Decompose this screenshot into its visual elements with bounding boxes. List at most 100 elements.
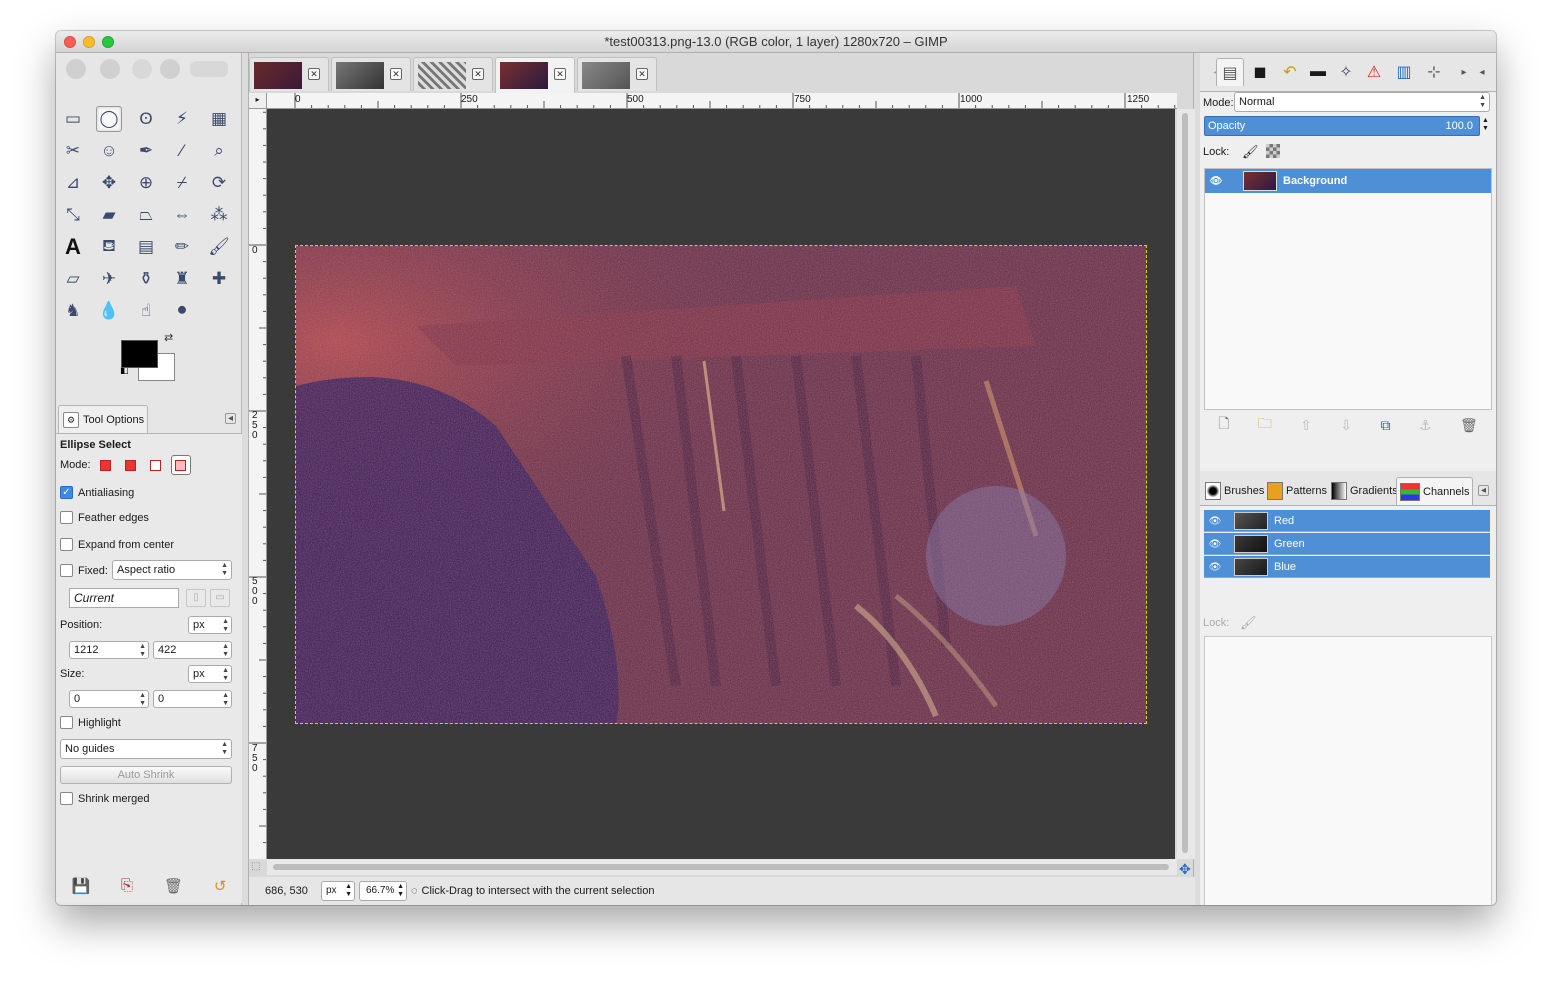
shear-icon[interactable]: ▰ xyxy=(96,202,122,228)
anchor-layer-icon[interactable]: ⚓ xyxy=(1419,417,1432,434)
channel-visibility-eye-icon[interactable]: 👁 xyxy=(1208,516,1222,527)
mode-intersect-button[interactable] xyxy=(170,455,191,475)
zoom-icon[interactable]: ⌕ xyxy=(206,138,232,164)
expand-row[interactable]: Expand from center xyxy=(60,538,174,551)
tab-channels-icon[interactable]: ◼ xyxy=(1246,58,1274,86)
close-tab-icon[interactable]: ✕ xyxy=(308,68,320,80)
close-tab-icon[interactable]: ✕ xyxy=(472,68,484,80)
tab-error-console-icon[interactable]: ⚠ xyxy=(1360,58,1388,86)
flip-icon[interactable]: ⇔ xyxy=(169,202,195,228)
position-x-input[interactable]: 1212 ▲ ▼ xyxy=(69,641,149,659)
restore-options-icon[interactable]: ⎘ xyxy=(121,877,133,897)
portrait-button[interactable]: ▯ xyxy=(186,589,206,607)
image-canvas[interactable] xyxy=(267,109,1175,859)
smudge-icon[interactable]: ☝ xyxy=(133,298,159,324)
mode-add-button[interactable] xyxy=(121,455,141,475)
ellipse-select-icon[interactable]: ◯ xyxy=(96,106,122,132)
close-tab-icon[interactable]: ✕ xyxy=(390,68,402,80)
unit-combo[interactable]: px ▲ ▼ xyxy=(321,881,355,901)
landscape-button[interactable]: ▭ xyxy=(210,589,230,607)
align-icon[interactable]: ⊕ xyxy=(133,170,159,196)
channel-row-red[interactable]: 👁 Red xyxy=(1204,510,1490,532)
tab-fg-bg-icon[interactable]: ▬ xyxy=(1304,58,1332,86)
measure-icon[interactable]: ⊿ xyxy=(60,170,86,196)
tab-brushes[interactable]: Brushes xyxy=(1202,477,1267,505)
size-height-input[interactable]: 0 ▲ ▼ xyxy=(153,690,232,708)
highlight-checkbox[interactable] xyxy=(60,716,73,729)
current-field[interactable]: Current xyxy=(69,588,179,608)
antialiasing-row[interactable]: ✓ Antialiasing xyxy=(60,486,134,499)
new-layer-icon[interactable]: 🗋 xyxy=(1218,413,1229,437)
reset-options-icon[interactable]: ↺ xyxy=(214,877,227,897)
dodge-burn-icon[interactable]: ⚫ xyxy=(169,298,195,324)
rect-select-icon[interactable]: ▭ xyxy=(60,106,86,132)
tab-pointer-icon[interactable]: ⊹ xyxy=(1420,58,1448,86)
perspective-clone-icon[interactable]: ♞ xyxy=(60,298,86,324)
free-select-icon[interactable]: ʘ xyxy=(133,106,159,132)
cage-transform-icon[interactable]: ⁂ xyxy=(206,202,232,228)
save-options-icon[interactable]: 💾 xyxy=(71,877,90,897)
image-tab-5[interactable]: ✕ xyxy=(577,57,657,91)
color-picker-icon[interactable]: ⁄ xyxy=(169,138,195,164)
image-tab-4-active[interactable]: ✕ xyxy=(495,57,575,93)
opacity-slider[interactable]: Opacity 100.0 xyxy=(1204,116,1480,136)
lock-alpha-icon[interactable] xyxy=(1266,144,1280,158)
fixed-combo[interactable]: Aspect ratio ▲ ▼ xyxy=(112,560,232,580)
minimize-window-button[interactable] xyxy=(83,36,95,48)
horizontal-scrollbar[interactable] xyxy=(267,859,1177,875)
channel-row-blue[interactable]: 👁 Blue xyxy=(1204,556,1490,578)
foreground-color[interactable] xyxy=(121,340,158,368)
perspective-icon[interactable]: ⏢ xyxy=(133,202,159,228)
panel-menu-icon[interactable]: ◂ xyxy=(225,413,236,424)
rotate-icon[interactable]: ⟳ xyxy=(206,170,232,196)
scissors-icon[interactable]: ✂ xyxy=(60,138,86,164)
horizontal-scroll-thumb[interactable] xyxy=(273,864,1169,870)
raise-layer-icon[interactable]: ⇧ xyxy=(1300,417,1312,434)
quick-mask-icon[interactable]: ⬚ xyxy=(251,861,260,872)
clone-icon[interactable]: ♜ xyxy=(169,266,195,292)
ink-icon[interactable]: ⚱ xyxy=(133,266,159,292)
layer-visibility-eye-icon[interactable]: 👁 xyxy=(1209,176,1223,187)
size-unit-combo[interactable]: px ▲ ▼ xyxy=(188,665,232,683)
vertical-scrollbar[interactable] xyxy=(1177,109,1195,859)
layer-row-background[interactable]: 👁 Background xyxy=(1205,169,1491,193)
new-layer-group-icon[interactable]: 🗀 xyxy=(1258,413,1272,437)
image-photo[interactable] xyxy=(295,245,1147,724)
navigate-icon[interactable]: ✥ xyxy=(1179,861,1191,878)
tab-patterns[interactable]: Patterns xyxy=(1264,477,1330,505)
move-icon[interactable]: ✥ xyxy=(96,170,122,196)
bucket-fill-icon[interactable]: ⛾ xyxy=(96,234,122,260)
lock-channel-pixels-icon[interactable]: 🖌 xyxy=(1240,615,1257,631)
text-icon[interactable]: A xyxy=(60,234,86,260)
tab-channels[interactable]: Channels xyxy=(1396,477,1474,505)
pencil-icon[interactable]: ✏ xyxy=(169,234,195,260)
guides-combo[interactable]: No guides ▲ ▼ xyxy=(60,739,232,759)
image-tab-3[interactable]: ✕ xyxy=(413,57,493,91)
close-window-button[interactable] xyxy=(64,36,76,48)
maximize-window-button[interactable] xyxy=(102,36,114,48)
image-tab-1[interactable]: ✕ xyxy=(249,57,329,91)
channel-row-green[interactable]: 👁 Green xyxy=(1204,533,1490,555)
foreground-select-icon[interactable]: ☺ xyxy=(96,138,122,164)
auto-shrink-button[interactable]: Auto Shrink xyxy=(60,766,232,784)
paintbrush-icon[interactable]: 🖌 xyxy=(206,234,232,260)
close-tab-icon[interactable]: ✕ xyxy=(554,68,566,80)
gradient-icon[interactable]: ▤ xyxy=(133,234,159,260)
fuzzy-select-icon[interactable]: ⚡ xyxy=(169,106,195,132)
ruler-corner-menu[interactable]: ▸ xyxy=(249,93,267,109)
delete-layer-icon[interactable]: 🗑 xyxy=(1460,417,1478,434)
tab-layers-icon[interactable]: ▤ xyxy=(1216,58,1244,86)
feather-edges-checkbox[interactable] xyxy=(60,511,73,524)
tab-tool-options[interactable]: ⚙ Tool Options xyxy=(58,405,148,433)
opacity-arrows-icon[interactable]: ▲ ▼ xyxy=(1482,117,1489,133)
shrink-merged-row[interactable]: Shrink merged xyxy=(60,792,150,805)
lock-pixels-icon[interactable]: 🖌 xyxy=(1242,144,1259,160)
heal-icon[interactable]: ✚ xyxy=(206,266,232,292)
tab-paths-icon[interactable]: ✧ xyxy=(1332,58,1360,86)
zoom-combo[interactable]: 66.7% ▲ ▼ xyxy=(359,881,407,901)
swap-colors-icon[interactable]: ⇄ xyxy=(164,331,173,344)
select-by-color-icon[interactable]: ▦ xyxy=(206,106,232,132)
delete-options-icon[interactable]: 🗑 xyxy=(164,877,183,897)
dock-menu-icon[interactable]: ◂ xyxy=(1478,485,1489,496)
channel-visibility-eye-icon[interactable]: 👁 xyxy=(1208,539,1222,550)
